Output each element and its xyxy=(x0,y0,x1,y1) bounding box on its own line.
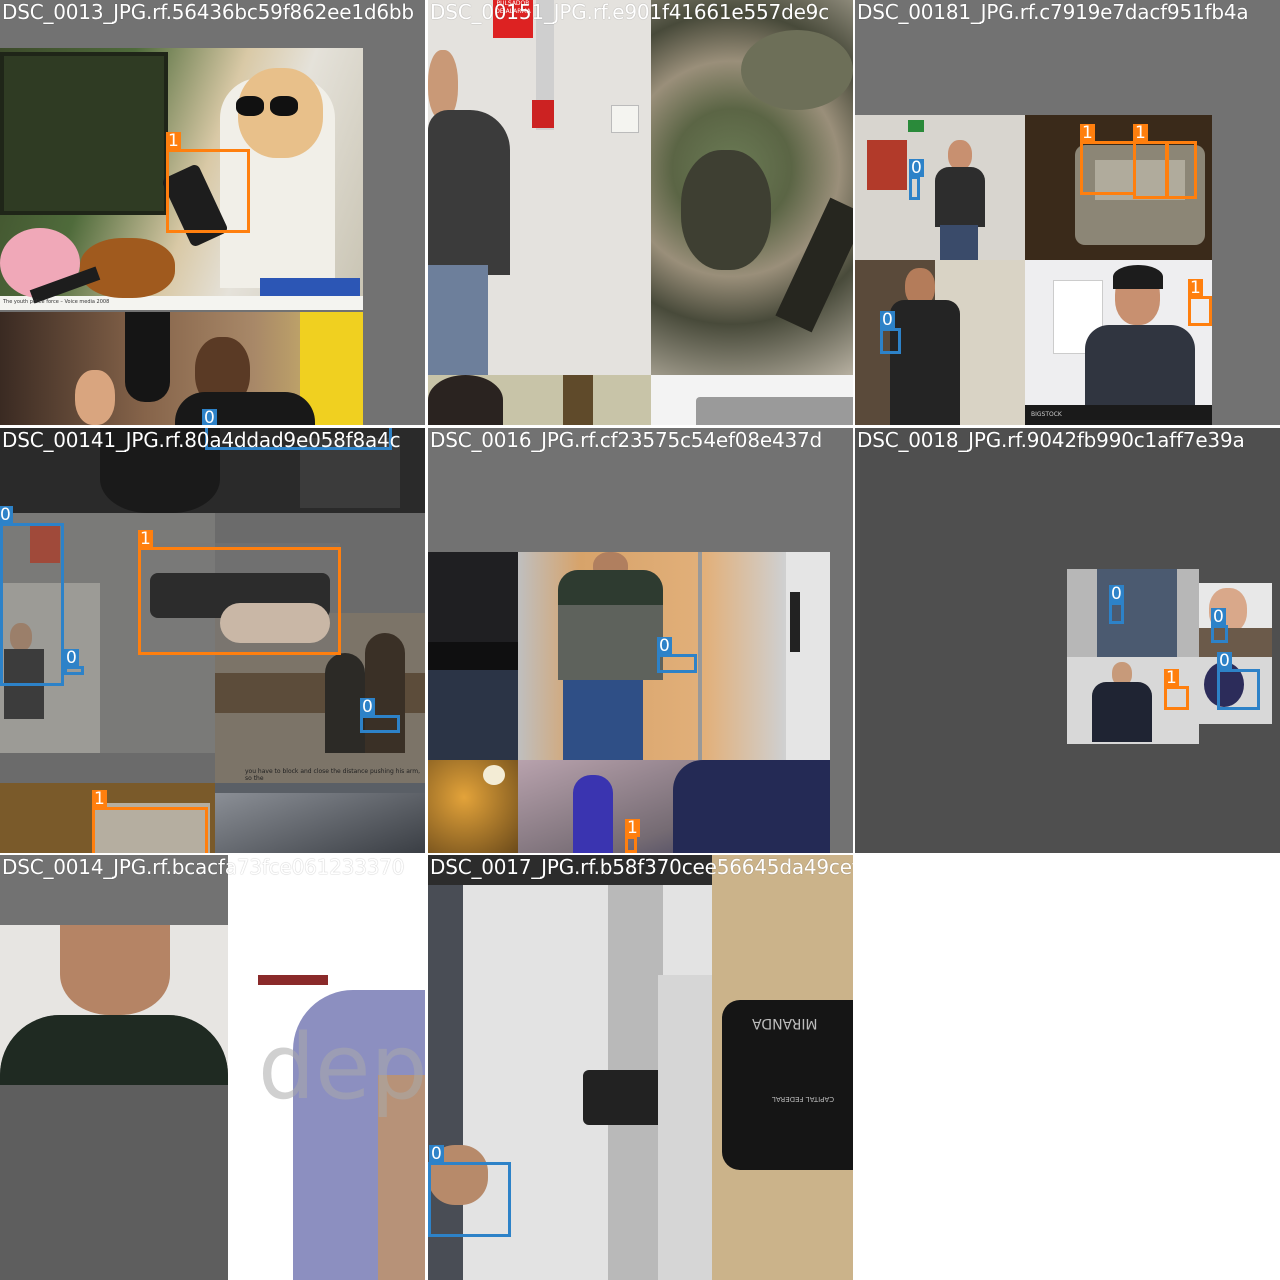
class-label: 0 xyxy=(880,310,895,330)
detection-box: 0 xyxy=(657,637,697,673)
class-label: 0 xyxy=(657,636,672,656)
photo-gym xyxy=(0,312,363,425)
mosaic-cell-6: dep DSC_0014_JPG.rf.bcacfa73fce061233370 xyxy=(0,855,425,1280)
detection-box: 0 xyxy=(428,1145,511,1237)
detection-box: 0 xyxy=(909,159,924,200)
detection-box: 0 xyxy=(360,698,400,733)
photo-man-teeth xyxy=(1199,583,1272,657)
detection-box: 1 xyxy=(625,819,640,853)
stock-watermark: BIGSTOCK xyxy=(1025,405,1212,425)
class-label: 0 xyxy=(202,408,217,425)
stock-watermark: dep xyxy=(258,1015,425,1120)
photo-street-cctv xyxy=(518,760,830,853)
brand-subtext: CAPITAL FEDERAL xyxy=(772,1095,835,1103)
class-label: 1 xyxy=(1080,123,1095,143)
photo-bottom-right xyxy=(215,783,425,853)
detection-box: 1 xyxy=(1188,279,1212,326)
video-subtitle: you have to block and close the distance… xyxy=(245,768,420,782)
detection-box: 1 xyxy=(92,790,208,853)
detection-box: 0 xyxy=(1211,608,1228,643)
photo-camo xyxy=(651,0,853,375)
detection-box: 1 xyxy=(138,530,341,655)
detection-box: 0 xyxy=(1217,652,1260,710)
photo-gun-slide xyxy=(651,375,853,425)
photo-caption: The youth police force – Voice media 200… xyxy=(3,299,110,305)
mosaic-cell-1: PULSADOR DE ALARMA DSC_00151_JPG.rf.e901… xyxy=(428,0,853,425)
class-label: 0 xyxy=(64,648,79,668)
class-label: 1 xyxy=(1188,278,1203,298)
image-title: DSC_0018_JPG.rf.9042fb990c1aff7e39a xyxy=(857,428,1245,452)
mosaic-cell-2: BIGSTOCK 0 1 1 0 1 DSC_00181_JPG.rf.c791… xyxy=(855,0,1280,425)
mosaic-cell-4: 0 1 DSC_0016_JPG.rf.cf23575c54ef08e437d xyxy=(428,428,853,853)
detection-box: 1 xyxy=(166,132,250,233)
brand-text: MIRANDA xyxy=(752,1015,818,1031)
class-label: 0 xyxy=(1217,651,1232,671)
photo-man-red-panel xyxy=(855,115,1025,260)
photo-miranda-leather: MIRANDA CAPITAL FEDERAL xyxy=(712,855,853,1280)
class-label: 0 xyxy=(909,158,924,178)
class-label: 0 xyxy=(429,1144,444,1164)
class-label: 0 xyxy=(1211,607,1226,627)
class-label: 1 xyxy=(92,789,107,809)
mosaic-cell-empty xyxy=(855,855,1280,1280)
photo-jeans-belt xyxy=(428,552,518,760)
photo-man-masked: BIGSTOCK xyxy=(1025,260,1212,425)
mosaic-cell-0: The youth police force – Voice media 200… xyxy=(0,0,425,425)
photo-man-wall: PULSADOR DE ALARMA xyxy=(428,0,651,375)
class-label: 0 xyxy=(0,505,13,525)
photo-man-head xyxy=(428,375,651,425)
detection-box: 0 xyxy=(1109,585,1124,624)
class-label: 1 xyxy=(1164,668,1179,688)
class-label: 1 xyxy=(138,529,153,549)
mosaic-cell-7: MIRANDA CAPITAL FEDERAL 0 DSC_0017_JPG.r… xyxy=(428,855,853,1280)
photo-uniform-arm: dep xyxy=(228,855,425,1280)
mosaic-cell-3: you have to block and close the distance… xyxy=(0,428,425,853)
mosaic-cell-5: 0 0 0 1 DSC_0018_JPG.rf.9042fb990c1aff7e… xyxy=(855,428,1280,853)
detection-box: 0 xyxy=(64,649,84,675)
detection-box: 0 xyxy=(0,506,64,686)
image-title: DSC_00181_JPG.rf.c7919e7dacf951fb4a xyxy=(857,0,1249,24)
detection-box xyxy=(1165,141,1197,199)
image-title: DSC_00151_JPG.rf.e901f41661e557de9c xyxy=(430,0,830,24)
class-label: 1 xyxy=(625,818,640,838)
class-label: 0 xyxy=(1109,584,1124,604)
class-label: 0 xyxy=(360,697,375,717)
photo-sweater-closeup xyxy=(0,925,228,1280)
class-label: 1 xyxy=(166,131,181,151)
photo-soldier xyxy=(428,760,518,853)
image-title: DSC_0016_JPG.rf.cf23575c54ef08e437d xyxy=(430,428,823,452)
detection-box: 1 xyxy=(1080,124,1136,195)
image-title: DSC_0014_JPG.rf.bcacfa73fce061233370 xyxy=(2,855,405,879)
image-title: DSC_0013_JPG.rf.56436bc59f862ee1d6bb xyxy=(2,0,414,24)
class-label: 1 xyxy=(1133,123,1148,143)
detection-box: 0 xyxy=(880,311,901,354)
image-title: DSC_00141_JPG.rf.80a4ddad9e058f8a4c xyxy=(2,428,401,452)
photo-legs xyxy=(1067,569,1199,657)
detection-box: 1 xyxy=(1133,124,1169,199)
image-title: DSC_0017_JPG.rf.b58f370cee56645da49cef45 xyxy=(430,855,853,879)
detection-box: 1 xyxy=(1164,669,1189,710)
